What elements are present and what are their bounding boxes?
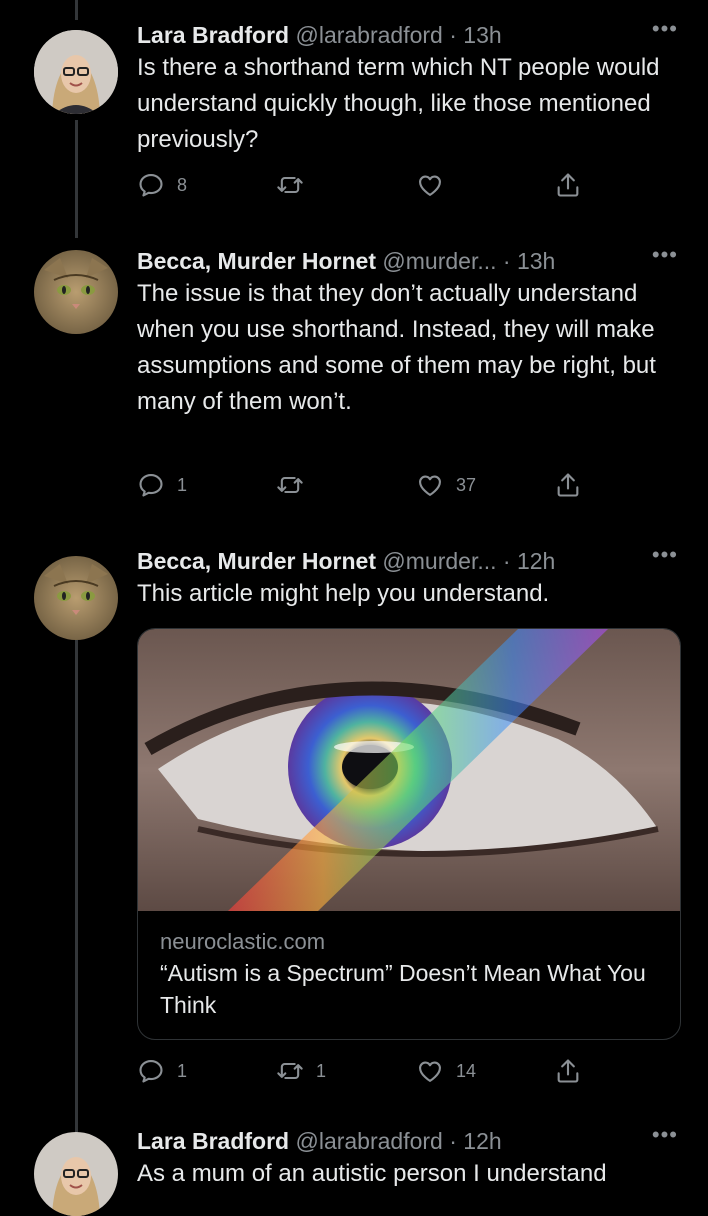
like-count: 14 — [456, 1060, 477, 1081]
link-card[interactable]: neuroclastic.com “Autism is a Spectrum” … — [137, 628, 681, 1040]
retweet-icon — [277, 176, 303, 194]
author-handle-time[interactable]: @larabradford · 13h — [295, 22, 501, 48]
avatar[interactable] — [34, 556, 118, 640]
tweet-actions: 1 37 — [137, 468, 597, 502]
tweet-header: Lara Bradford @larabradford · 13h — [137, 20, 678, 50]
thread-line — [75, 0, 78, 20]
more-icon[interactable]: ••• — [652, 542, 678, 568]
avatar[interactable] — [34, 30, 118, 114]
like-icon — [419, 475, 441, 496]
reply-icon — [139, 174, 163, 197]
reply-button[interactable]: 8 — [137, 168, 187, 202]
more-icon[interactable]: ••• — [652, 242, 678, 268]
share-button[interactable] — [554, 468, 582, 502]
share-icon — [557, 1059, 579, 1083]
author-handle-time[interactable]: @murder... · 12h — [382, 548, 555, 574]
like-button[interactable]: 37 — [416, 468, 476, 502]
reply-count: 1 — [177, 1060, 188, 1081]
retweet-button[interactable]: 1 — [276, 1054, 326, 1088]
like-button[interactable]: 14 — [416, 1054, 476, 1088]
share-icon — [557, 473, 579, 497]
avatar[interactable] — [34, 250, 118, 334]
tweet-header: Becca, Murder Hornet @murder... · 12h — [137, 546, 678, 576]
like-count: 37 — [456, 474, 477, 495]
share-button[interactable] — [554, 1054, 582, 1088]
author-handle-time[interactable]: @larabradford · 12h — [295, 1128, 501, 1154]
link-card-body[interactable]: neuroclastic.com “Autism is a Spectrum” … — [138, 911, 680, 1039]
like-button[interactable] — [416, 168, 444, 202]
reply-count: 1 — [177, 474, 188, 495]
tweet-header: Becca, Murder Hornet @murder... · 13h — [137, 246, 678, 276]
share-button[interactable] — [554, 168, 582, 202]
link-card-domain: neuroclastic.com — [160, 929, 326, 954]
retweet-button[interactable] — [276, 168, 304, 202]
more-icon[interactable]: ••• — [652, 16, 678, 42]
more-icon[interactable]: ••• — [652, 1122, 678, 1148]
retweet-icon — [277, 476, 303, 494]
retweet-icon — [277, 1062, 303, 1080]
reply-button[interactable]: 1 — [137, 1054, 187, 1088]
tweet-text: The issue is that they don’t actually un… — [137, 280, 656, 415]
thread-line — [75, 640, 78, 1140]
tweet-text: Is there a shorthand term which NT peopl… — [137, 54, 660, 153]
author-name[interactable]: Becca, Murder Hornet — [137, 548, 376, 574]
reply-count: 8 — [177, 174, 188, 195]
tweet-actions: 1 1 14 — [137, 1054, 597, 1088]
reply-button[interactable]: 1 — [137, 468, 187, 502]
thread-line — [75, 120, 78, 238]
author-handle-time[interactable]: @murder... · 13h — [382, 248, 555, 274]
like-icon — [419, 175, 441, 196]
author-name[interactable]: Lara Bradford — [137, 22, 289, 48]
share-icon — [557, 173, 579, 197]
tweet-actions: 8 — [137, 168, 597, 202]
avatar[interactable] — [34, 1132, 118, 1216]
author-name[interactable]: Lara Bradford — [137, 1128, 289, 1154]
author-name[interactable]: Becca, Murder Hornet — [137, 248, 376, 274]
tweet-header: Lara Bradford @larabradford · 12h — [137, 1126, 678, 1156]
tweet-text: This article might help you understand. — [137, 580, 550, 607]
retweet-count: 1 — [316, 1060, 327, 1081]
like-icon — [419, 1061, 441, 1082]
link-card-image[interactable] — [138, 629, 680, 911]
reply-icon — [139, 1060, 163, 1083]
tweet-text: As a mum of an autistic person I underst… — [137, 1160, 607, 1187]
reply-icon — [139, 474, 163, 497]
link-card-title: “Autism is a Spectrum” Doesn’t Mean What… — [160, 960, 646, 1018]
retweet-button[interactable] — [276, 468, 304, 502]
